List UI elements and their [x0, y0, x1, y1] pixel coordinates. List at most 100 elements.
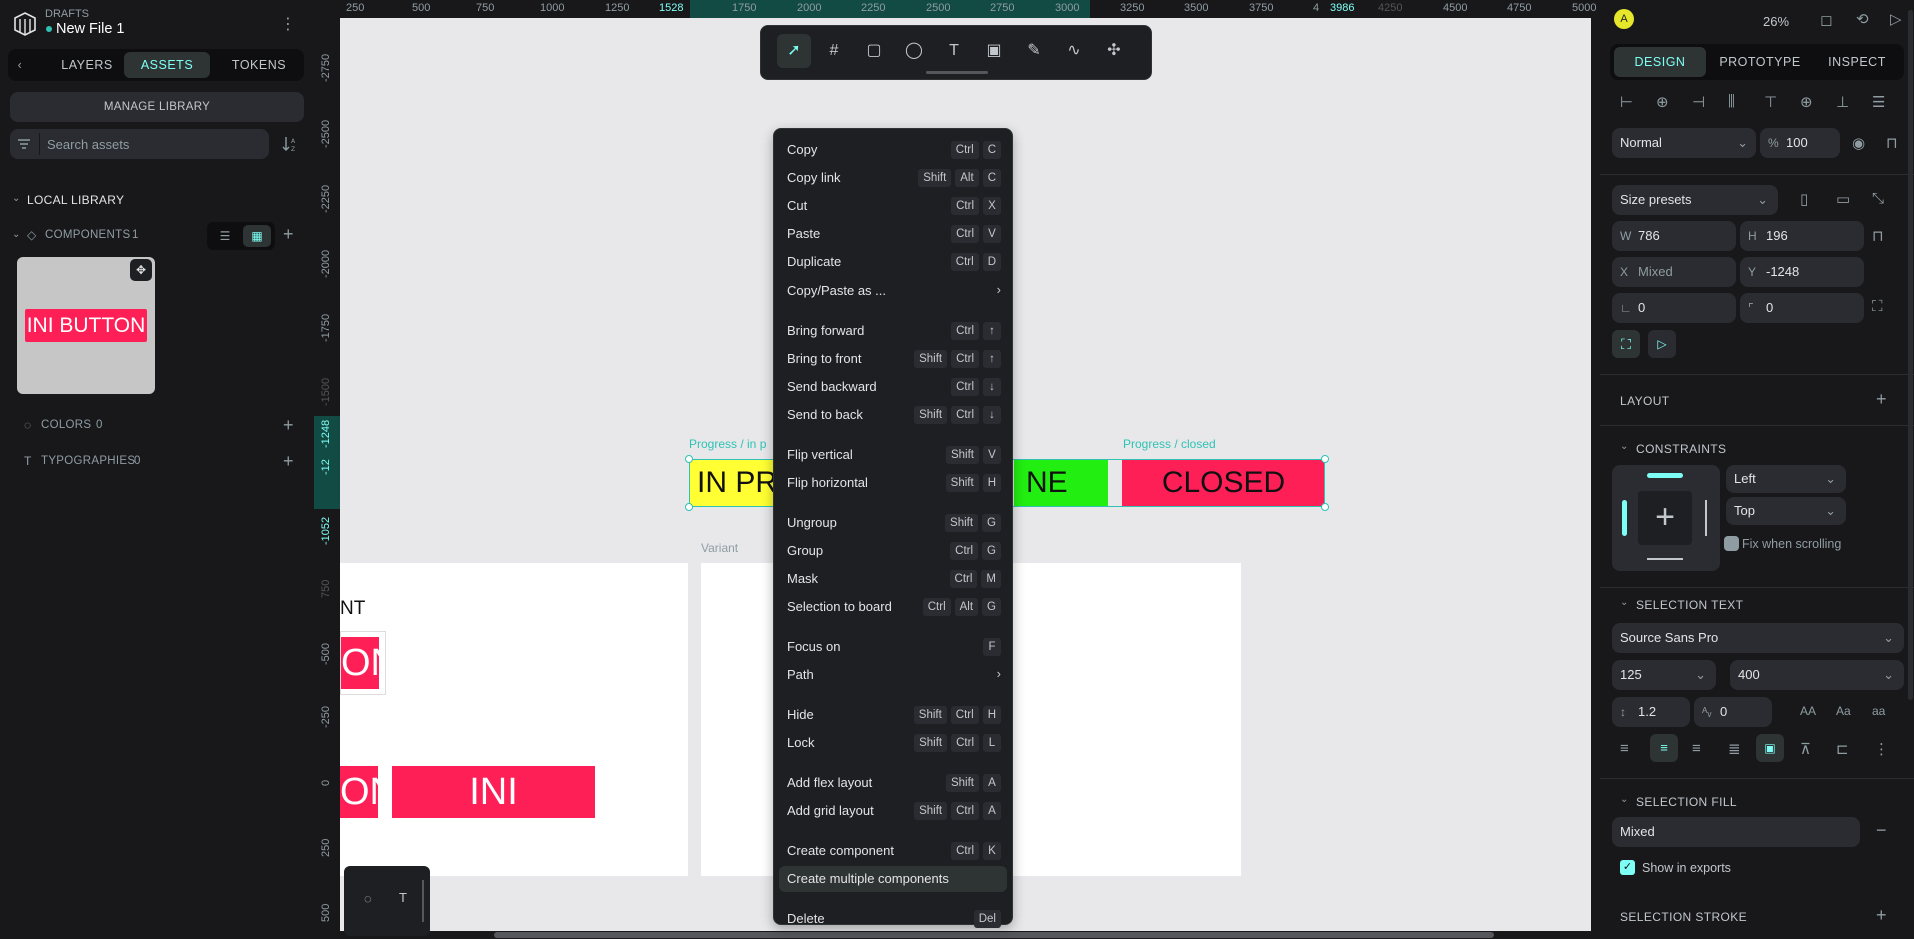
- chevron-down-icon[interactable]: ⌄: [1620, 597, 1628, 608]
- file-menu-icon[interactable]: ⋮: [280, 14, 296, 34]
- selection-handle[interactable]: [1321, 503, 1329, 511]
- align-h-center-icon[interactable]: ⊕: [1656, 93, 1669, 111]
- list-view-icon[interactable]: ☰: [211, 225, 239, 247]
- move-tool-icon[interactable]: ➚: [777, 34, 811, 68]
- size-presets-select[interactable]: Size presets ⌄: [1612, 185, 1778, 215]
- component-main-icon[interactable]: ✥: [130, 259, 152, 281]
- ini-button-instance[interactable]: INI BUTTON: [392, 766, 595, 865]
- menu-item-send-backward[interactable]: Send backward Ctrl ↓: [779, 374, 1007, 400]
- text-direction-icon[interactable]: ⊼: [1800, 740, 1811, 758]
- menu-item-delete[interactable]: Delete Del: [779, 906, 1007, 932]
- text-palette-icon[interactable]: T: [399, 890, 407, 905]
- add-component-icon[interactable]: +: [283, 224, 294, 245]
- align-bottom-icon[interactable]: ⊥: [1836, 93, 1849, 111]
- chevron-down-icon[interactable]: ⌄: [12, 193, 20, 204]
- x-field[interactable]: X Mixed: [1612, 257, 1736, 287]
- board-tool-icon[interactable]: #: [817, 34, 851, 68]
- component-label-closed[interactable]: Progress / closed: [1123, 437, 1216, 451]
- horizontal-scrollbar[interactable]: [494, 932, 1494, 938]
- lock-icon[interactable]: ⊓: [1886, 134, 1898, 152]
- history-icon[interactable]: ⟲: [1856, 10, 1869, 28]
- menu-item-path[interactable]: Path ›: [779, 662, 1007, 688]
- file-name[interactable]: New File 1: [56, 21, 125, 37]
- component-label-in-progress[interactable]: Progress / in p: [689, 437, 766, 451]
- align-left-icon[interactable]: ⊢: [1620, 93, 1633, 111]
- palette-handle[interactable]: [422, 880, 424, 922]
- rectangle-tool-icon[interactable]: ▢: [857, 34, 891, 68]
- plugins-icon[interactable]: ✣: [1097, 34, 1131, 68]
- show-in-view-mode-icon[interactable]: ▷: [1648, 330, 1676, 358]
- chevron-down-icon[interactable]: ⌄: [1620, 794, 1628, 805]
- menu-item-selection-to-board[interactable]: Selection to board Ctrl Alt G: [779, 594, 1007, 620]
- constraint-vertical-select[interactable]: Top ⌄: [1726, 497, 1846, 525]
- fill-field[interactable]: Mixed: [1612, 817, 1860, 847]
- play-icon[interactable]: ▷: [1890, 10, 1902, 28]
- menu-item-duplicate[interactable]: Duplicate Ctrl D: [779, 249, 1007, 275]
- opacity-field[interactable]: % 100: [1760, 128, 1840, 158]
- menu-item-create-multiple-components[interactable]: Create multiple components: [779, 866, 1007, 892]
- color-palette-icon[interactable]: ◌: [364, 891, 372, 906]
- colors-label[interactable]: COLORS: [41, 419, 91, 431]
- height-field[interactable]: H 196: [1740, 221, 1864, 251]
- filter-icon[interactable]: [17, 137, 31, 151]
- add-layout-icon[interactable]: +: [1876, 389, 1887, 410]
- remove-fill-icon[interactable]: −: [1876, 820, 1887, 841]
- ellipse-tool-icon[interactable]: ◯: [897, 34, 931, 68]
- align-v-center-icon[interactable]: ⊕: [1800, 93, 1813, 111]
- constraint-horizontal-select[interactable]: Left ⌄: [1726, 465, 1846, 493]
- letter-spacing-field[interactable]: ᴬᵥ 0: [1694, 697, 1772, 727]
- local-library-title[interactable]: LOCAL LIBRARY: [27, 193, 124, 207]
- menu-item-bring-to-front[interactable]: Bring to front Shift Ctrl ↑: [779, 346, 1007, 372]
- selection-handle[interactable]: [685, 503, 693, 511]
- menu-item-group[interactable]: Group Ctrl G: [779, 538, 1007, 564]
- user-avatar[interactable]: A: [1614, 9, 1634, 29]
- tab-tokens[interactable]: TOKENS: [218, 52, 300, 78]
- text-align-justify-icon[interactable]: ≣: [1728, 740, 1741, 758]
- constraint-top-bar[interactable]: [1647, 473, 1683, 478]
- chevron-down-icon[interactable]: ⌄: [1620, 441, 1628, 452]
- menu-item-ungroup[interactable]: Ungroup Shift G: [779, 510, 1007, 536]
- uppercase-button[interactable]: AA: [1800, 704, 1816, 718]
- menu-item-copy-link[interactable]: Copy link Shift Alt C: [779, 165, 1007, 191]
- auto-width-icon[interactable]: ▣: [1756, 734, 1784, 762]
- menu-item-mask[interactable]: Mask Ctrl M: [779, 566, 1007, 592]
- proportion-lock-icon[interactable]: ⊓: [1872, 227, 1884, 245]
- lowercase-button[interactable]: aa: [1872, 704, 1885, 718]
- text-tool-icon[interactable]: T: [937, 34, 971, 68]
- font-size-select[interactable]: 125 ⌄: [1612, 660, 1716, 690]
- menu-item-paste[interactable]: Paste Ctrl V: [779, 221, 1007, 247]
- board-left[interactable]: NT ON ON INI BUTTON: [340, 563, 688, 876]
- portrait-icon[interactable]: ▯: [1800, 190, 1808, 208]
- constraint-left-bar[interactable]: [1622, 500, 1627, 536]
- landscape-icon[interactable]: ▭: [1836, 190, 1850, 208]
- text-align-left-icon[interactable]: ≡: [1620, 740, 1629, 757]
- comments-icon[interactable]: ◻: [1820, 11, 1832, 29]
- menu-item-copy[interactable]: Copy Ctrl C: [779, 137, 1007, 163]
- menu-item-add-grid-layout[interactable]: Add grid layout Shift Ctrl A: [779, 798, 1007, 824]
- path-tool-icon[interactable]: ∿: [1057, 34, 1091, 68]
- manage-library-button[interactable]: MANAGE LIBRARY: [10, 92, 304, 122]
- fix-scrolling-checkbox[interactable]: [1724, 536, 1739, 551]
- constraint-center-icon[interactable]: +: [1638, 491, 1692, 545]
- menu-item-lock[interactable]: Lock Shift Ctrl L: [779, 730, 1007, 756]
- text-align-right-icon[interactable]: ≡: [1692, 740, 1701, 757]
- constraint-right-bar[interactable]: [1705, 500, 1707, 536]
- zoom-level[interactable]: 26%: [1763, 14, 1789, 29]
- components-label[interactable]: COMPONENTS: [45, 229, 130, 241]
- show-in-exports-checkbox[interactable]: ✓: [1620, 860, 1635, 875]
- distribute-v-icon[interactable]: ☰: [1872, 93, 1885, 111]
- more-options-icon[interactable]: ⋮: [1874, 740, 1889, 758]
- menu-item-cut[interactable]: Cut Ctrl X: [779, 193, 1007, 219]
- add-color-icon[interactable]: +: [283, 415, 294, 436]
- collapse-sidebar-icon[interactable]: ‹: [12, 52, 28, 78]
- tab-prototype[interactable]: PROTOTYPE: [1710, 47, 1810, 77]
- rotation-field[interactable]: ∟ 0: [1612, 293, 1736, 323]
- y-field[interactable]: Y -1248: [1740, 257, 1864, 287]
- menu-item-hide[interactable]: Hide Shift Ctrl H: [779, 702, 1007, 728]
- menu-item-add-flex-layout[interactable]: Add flex layout Shift A: [779, 770, 1007, 796]
- independent-corners-icon[interactable]: ⛶: [1872, 298, 1883, 315]
- board-label-variant[interactable]: Variant: [701, 541, 738, 555]
- image-tool-icon[interactable]: ▣: [977, 34, 1011, 68]
- line-height-field[interactable]: ↕ 1.2: [1612, 697, 1690, 727]
- menu-item-send-to-back[interactable]: Send to back Shift Ctrl ↓: [779, 402, 1007, 428]
